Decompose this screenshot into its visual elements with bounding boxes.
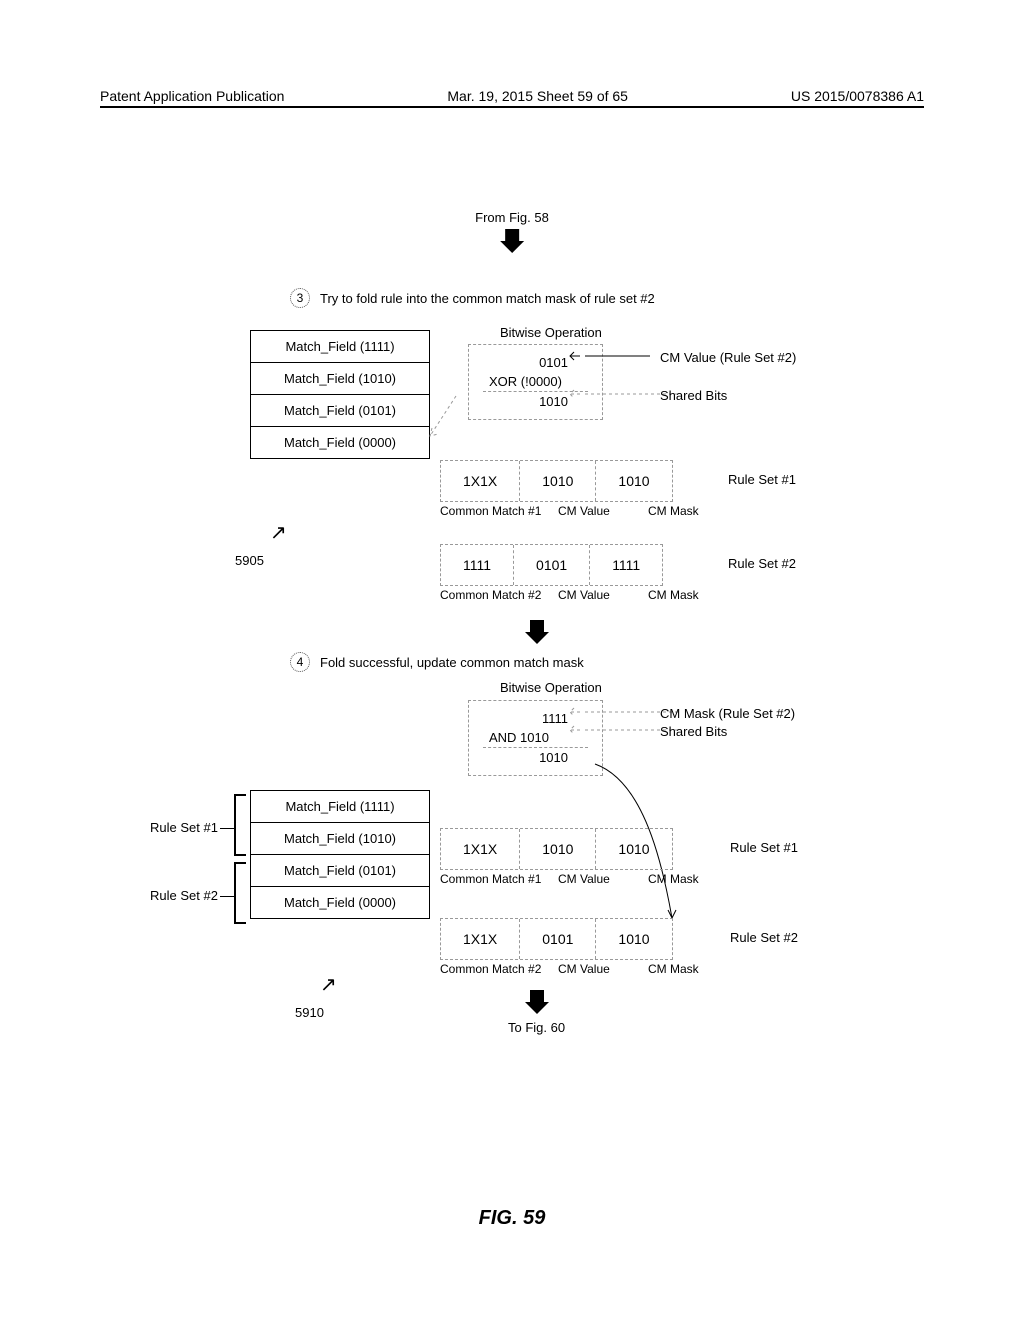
match-field-row: Match_Field (0101) bbox=[251, 855, 429, 887]
step-3-number: 3 bbox=[290, 288, 310, 308]
match-field-row: Match_Field (0000) bbox=[251, 887, 429, 918]
rs2-left-label: Rule Set #2 bbox=[150, 888, 218, 903]
cm1-head: Common Match #1 bbox=[440, 504, 541, 518]
header-mid: Mar. 19, 2015 Sheet 59 of 65 bbox=[447, 88, 628, 104]
bracket-rs1 bbox=[234, 794, 246, 856]
cm-mask: 1111 bbox=[590, 545, 662, 585]
match-field-row: Match_Field (1111) bbox=[251, 791, 429, 823]
common-match: 1X1X bbox=[441, 919, 520, 959]
match-field-row: Match_Field (1010) bbox=[251, 363, 429, 395]
bitwise-title-4: Bitwise Operation bbox=[500, 680, 602, 695]
match-field-row: Match_Field (0000) bbox=[251, 427, 429, 458]
match-fields-step4: Match_Field (1111) Match_Field (1010) Ma… bbox=[250, 790, 430, 919]
cm-value: 0101 bbox=[520, 919, 596, 959]
bitwise-title-3: Bitwise Operation bbox=[500, 325, 602, 340]
ruleset1-row-step4: 1X1X 1010 1010 bbox=[440, 828, 673, 870]
cm-mask: 1010 bbox=[596, 461, 671, 501]
cm-value: 1010 bbox=[520, 829, 596, 869]
step-3-text: Try to fold rule into the common match m… bbox=[320, 291, 655, 306]
match-field-row: Match_Field (1111) bbox=[251, 331, 429, 363]
cm-mask: 1010 bbox=[596, 829, 671, 869]
cm2-head-4: Common Match #2 bbox=[440, 962, 541, 976]
page-header: Patent Application Publication Mar. 19, … bbox=[0, 88, 1024, 108]
bitop4-note1: CM Mask (Rule Set #2) bbox=[660, 706, 795, 721]
ruleset2-row-step4: 1X1X 0101 1010 bbox=[440, 918, 673, 960]
cm-value: 1010 bbox=[520, 461, 596, 501]
bracket-rs2 bbox=[234, 862, 246, 924]
cm-value: 0101 bbox=[514, 545, 590, 585]
figure-body: From Fig. 58 3 Try to fold rule into the… bbox=[100, 160, 924, 1260]
ruleset2-label-4: Rule Set #2 bbox=[730, 930, 798, 945]
figure-caption: FIG. 59 bbox=[479, 1207, 546, 1230]
cmv-head: CM Value bbox=[558, 504, 610, 518]
common-match: 1X1X bbox=[441, 829, 520, 869]
common-match: 1111 bbox=[441, 545, 514, 585]
bitop3-note1: CM Value (Rule Set #2) bbox=[660, 350, 796, 365]
cmv2-head: CM Value bbox=[558, 588, 610, 602]
cmm2-head-4: CM Mask bbox=[648, 962, 699, 976]
ruleset1-label-3: Rule Set #1 bbox=[728, 472, 796, 487]
bitop4-note2: Shared Bits bbox=[660, 724, 727, 739]
cm2-head: Common Match #2 bbox=[440, 588, 541, 602]
cmm-head-4: CM Mask bbox=[648, 872, 699, 886]
step-3: 3 Try to fold rule into the common match… bbox=[290, 288, 655, 308]
cmm-head: CM Mask bbox=[648, 504, 699, 518]
header-left: Patent Application Publication bbox=[100, 88, 284, 104]
cm1-head-4: Common Match #1 bbox=[440, 872, 541, 886]
step-4: 4 Fold successful, update common match m… bbox=[290, 652, 584, 672]
to-label: To Fig. 60 bbox=[508, 1020, 565, 1035]
rs1-left-label: Rule Set #1 bbox=[150, 820, 218, 835]
cmv2-head-4: CM Value bbox=[558, 962, 610, 976]
header-right: US 2015/0078386 A1 bbox=[791, 88, 924, 104]
reference-5910: 5910 bbox=[295, 1005, 324, 1020]
ruleset1-row-step3: 1X1X 1010 1010 bbox=[440, 460, 673, 502]
arrow-down-mid bbox=[525, 620, 549, 644]
ruleset1-label-4: Rule Set #1 bbox=[730, 840, 798, 855]
ruleset2-label-3: Rule Set #2 bbox=[728, 556, 796, 571]
step-4-text: Fold successful, update common match mas… bbox=[320, 655, 584, 670]
from-label: From Fig. 58 bbox=[475, 210, 549, 253]
reference-5905: 5905 bbox=[235, 553, 264, 568]
match-field-row: Match_Field (1010) bbox=[251, 823, 429, 855]
nearrow-icon-2: ↗ bbox=[320, 972, 337, 997]
step-4-number: 4 bbox=[290, 652, 310, 672]
bitop3-note2: Shared Bits bbox=[660, 388, 727, 403]
cmv-head-4: CM Value bbox=[558, 872, 610, 886]
match-field-row: Match_Field (0101) bbox=[251, 395, 429, 427]
cmm2-head: CM Mask bbox=[648, 588, 699, 602]
cm-mask: 1010 bbox=[596, 919, 671, 959]
nearrow-icon: ↗ bbox=[270, 520, 287, 545]
arrow-down-bottom bbox=[525, 990, 549, 1014]
ruleset2-row-step3: 1111 0101 1111 bbox=[440, 544, 663, 586]
match-fields-step3: Match_Field (1111) Match_Field (1010) Ma… bbox=[250, 330, 430, 459]
common-match: 1X1X bbox=[441, 461, 520, 501]
